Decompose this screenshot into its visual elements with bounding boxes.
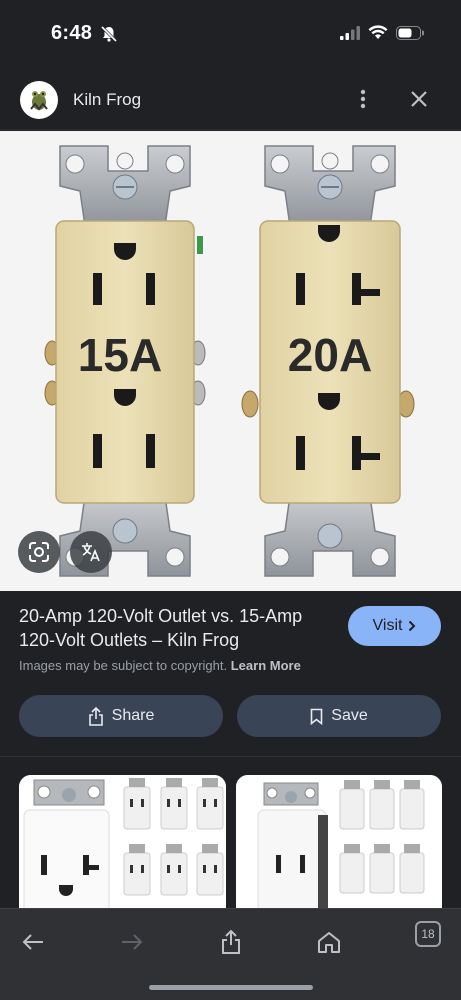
save-button[interactable]: Save: [237, 695, 441, 737]
close-button[interactable]: [406, 86, 432, 112]
tab-switcher-button[interactable]: 18: [415, 921, 441, 947]
related-image-thumbnail[interactable]: [19, 775, 226, 915]
outlet-15a: 15A: [44, 145, 206, 577]
home-button[interactable]: [314, 927, 344, 957]
image-title[interactable]: 20-Amp 120-Volt Outlet vs. 15-Amp 120-Vo…: [19, 604, 339, 652]
related-outlets-image: [19, 775, 226, 915]
share-label: Share: [111, 707, 155, 724]
site-name[interactable]: Kiln Frog: [73, 90, 141, 110]
close-icon: [411, 91, 427, 107]
share-icon: [222, 930, 240, 954]
more-vert-icon: [360, 89, 366, 109]
battery-icon: [396, 25, 424, 40]
forward-icon: [122, 934, 143, 950]
share-button[interactable]: Share: [19, 695, 223, 737]
status-bar: 6:48: [0, 0, 461, 66]
save-label: Save: [331, 707, 368, 724]
wifi-icon: [368, 25, 388, 39]
lens-button[interactable]: [18, 531, 60, 573]
lens-icon: [29, 542, 49, 562]
outlets-image: 15A 20A: [44, 145, 415, 577]
signal-icon: [340, 25, 360, 40]
chevron-right-icon: [409, 620, 416, 632]
related-image-thumbnail[interactable]: [236, 775, 442, 915]
home-icon: [318, 932, 340, 953]
outlet-15a-label: 15A: [78, 329, 162, 381]
outlet-20a: 20A: [241, 145, 415, 577]
main-image[interactable]: 15A 20A: [0, 131, 461, 591]
more-options-button[interactable]: [350, 86, 376, 112]
forward-button[interactable]: [117, 927, 147, 957]
visit-button[interactable]: Visit: [348, 606, 441, 646]
translate-icon: [82, 543, 100, 562]
share-page-button[interactable]: [216, 927, 246, 957]
learn-more-link[interactable]: Learn More: [231, 658, 301, 673]
copyright-text: Images may be subject to copyright.: [19, 658, 228, 673]
back-icon: [22, 934, 43, 950]
status-indicators: [340, 25, 425, 40]
related-outlets-image: [236, 775, 442, 915]
share-icon: [88, 706, 103, 726]
visit-label: Visit: [372, 617, 403, 634]
back-button[interactable]: [18, 927, 48, 957]
divider: [0, 756, 461, 757]
frog-logo-icon: [30, 91, 48, 111]
translate-button[interactable]: [70, 531, 112, 573]
bookmark-icon: [310, 708, 323, 725]
site-header: Kiln Frog: [0, 66, 461, 130]
home-indicator: [149, 985, 313, 990]
bell-off-icon: [100, 25, 118, 43]
status-time: 6:48: [51, 22, 93, 44]
copyright-notice: Images may be subject to copyright. Lear…: [19, 658, 301, 673]
outlet-20a-label: 20A: [288, 329, 372, 381]
site-favicon[interactable]: [20, 81, 58, 119]
